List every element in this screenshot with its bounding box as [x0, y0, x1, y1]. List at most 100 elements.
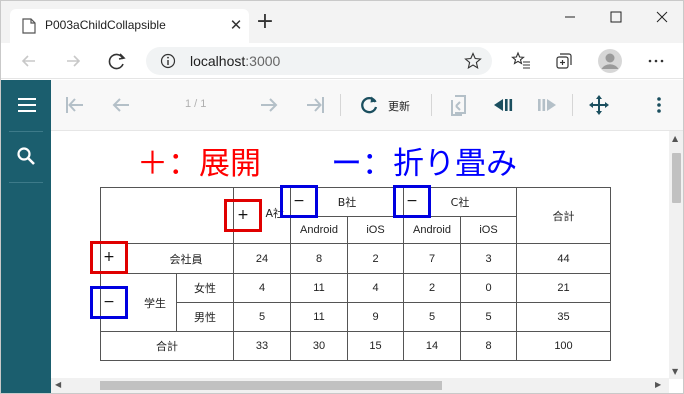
sidebar-divider [9, 182, 43, 183]
row-header-female: 女性 [176, 273, 234, 303]
row-header-male: 男性 [176, 302, 234, 332]
new-tab-button[interactable]: + [253, 11, 277, 35]
cell: 8 [290, 243, 348, 274]
cell: 5 [233, 302, 291, 332]
hamburger-menu-icon[interactable] [1, 80, 51, 130]
url-host: localhost [190, 53, 246, 69]
scroll-down-arrow[interactable]: ▼ [672, 367, 678, 376]
student-label: 学生 [144, 296, 166, 310]
play-back-icon[interactable] [491, 93, 515, 117]
table-row: 会社員 24 8 2 7 3 44 [100, 243, 611, 274]
play-forward-icon[interactable] [535, 93, 559, 117]
legend-collapse: ー：折り畳み [331, 146, 517, 182]
favorites-icon[interactable] [511, 51, 531, 71]
c-ios-header: iOS [460, 216, 517, 244]
table-row: 男性 5 11 9 5 5 35 [101, 302, 611, 332]
cell: 100 [516, 331, 611, 361]
vertical-scrollbar[interactable]: ▲ ▼ [669, 131, 683, 379]
collapse-company-c-button[interactable]: − [393, 185, 431, 218]
cell: 4 [233, 273, 291, 303]
horizontal-scroll-thumb[interactable] [100, 381, 442, 390]
report-page: ＋：展開 ー：折り畳み A社 B社 C社 合計 Android iOS Andr… [51, 131, 669, 379]
favorite-star-icon[interactable] [464, 52, 482, 70]
minimize-button[interactable] [547, 1, 593, 33]
close-window-button[interactable] [639, 1, 684, 33]
cell: 9 [347, 302, 404, 332]
tab-close-icon[interactable]: ✕ [226, 15, 246, 35]
refresh-label[interactable]: 更新 [388, 98, 410, 114]
table-total-row: 合計 33 30 15 14 8 100 [100, 331, 611, 361]
collapse-student-button[interactable]: − [90, 286, 128, 319]
company-c-label: C社 [450, 196, 470, 209]
cell: 14 [403, 331, 461, 361]
viewer-toolbar: 1 / 1 更新 [51, 80, 683, 131]
cell: 2 [347, 243, 404, 274]
more-icon[interactable] [646, 51, 666, 71]
tab-favicon-icon [22, 18, 36, 34]
page-indicator: 1 / 1 [185, 98, 207, 110]
vertical-scroll-thumb[interactable] [672, 153, 681, 203]
toolbar-separator [431, 94, 432, 116]
reload-icon[interactable] [103, 47, 131, 75]
horizontal-scrollbar[interactable]: ◀ ▶ [51, 378, 669, 393]
cell: 24 [233, 243, 291, 274]
toolbar-separator [340, 94, 341, 116]
browser-tab[interactable]: P003aChildCollapsible ✕ [10, 9, 249, 43]
last-page-icon[interactable] [303, 93, 327, 117]
prev-page-icon[interactable] [109, 93, 133, 117]
row-header-total: 合計 [100, 331, 234, 361]
toolbar-separator [572, 94, 573, 116]
url-field[interactable]: localhost:3000 [146, 47, 492, 75]
cell: 0 [460, 273, 517, 303]
title-bar: P003aChildCollapsible ✕ + [1, 1, 684, 43]
company-b-label: B社 [337, 196, 357, 209]
cell: 21 [516, 273, 611, 303]
cell: 35 [516, 302, 611, 332]
search-icon[interactable] [1, 132, 51, 182]
table-header-row: A社 B社 C社 合計 [100, 187, 611, 244]
browser-window: P003aChildCollapsible ✕ + localhost:3000 [0, 0, 684, 394]
employee-label: 会社員 [169, 252, 203, 266]
cell: 8 [460, 331, 517, 361]
cell: 11 [290, 273, 348, 303]
cell: 4 [347, 273, 404, 303]
profile-icon[interactable] [597, 48, 623, 74]
cell: 30 [290, 331, 348, 361]
legend-expand: ＋：展開 [137, 146, 261, 182]
collections-icon[interactable] [554, 51, 574, 71]
scroll-left-arrow[interactable]: ◀ [55, 380, 61, 389]
cell: 2 [403, 273, 461, 303]
move-icon[interactable] [587, 93, 611, 117]
forward-icon[interactable] [59, 47, 87, 75]
info-icon[interactable] [160, 53, 176, 69]
scroll-right-arrow[interactable]: ▶ [655, 380, 661, 389]
back-icon[interactable] [15, 47, 43, 75]
first-page-icon[interactable] [63, 93, 87, 117]
tab-title: P003aChildCollapsible [45, 18, 166, 32]
kebab-menu-icon[interactable] [647, 93, 671, 117]
cell: 15 [347, 331, 404, 361]
maximize-button[interactable] [593, 1, 639, 33]
c-android-header: Android [403, 216, 461, 244]
b-android-header: Android [290, 216, 348, 244]
cell: 7 [403, 243, 461, 274]
url-text: localhost:3000 [190, 53, 280, 69]
b-ios-header: iOS [347, 216, 404, 244]
pivot-table: A社 B社 C社 合計 Android iOS Android iOS 会社員 … [100, 187, 611, 361]
cell: 33 [233, 331, 291, 361]
total-column-header: 合計 [516, 187, 611, 244]
refresh-icon[interactable] [357, 93, 381, 117]
export-icon[interactable] [447, 93, 471, 117]
cell: 5 [460, 302, 517, 332]
collapse-company-b-button[interactable]: − [280, 185, 318, 218]
expand-employee-button[interactable]: + [90, 241, 128, 274]
cell: 44 [516, 243, 611, 274]
table-row: 学生 女性 4 11 4 2 0 21 [100, 273, 611, 332]
url-port: :3000 [245, 53, 281, 69]
scroll-up-arrow[interactable]: ▲ [672, 134, 678, 143]
cell: 3 [460, 243, 517, 274]
next-page-icon[interactable] [257, 93, 281, 117]
corner-cell [100, 187, 234, 244]
cell: 11 [290, 302, 348, 332]
expand-company-a-button[interactable]: + [224, 199, 262, 232]
